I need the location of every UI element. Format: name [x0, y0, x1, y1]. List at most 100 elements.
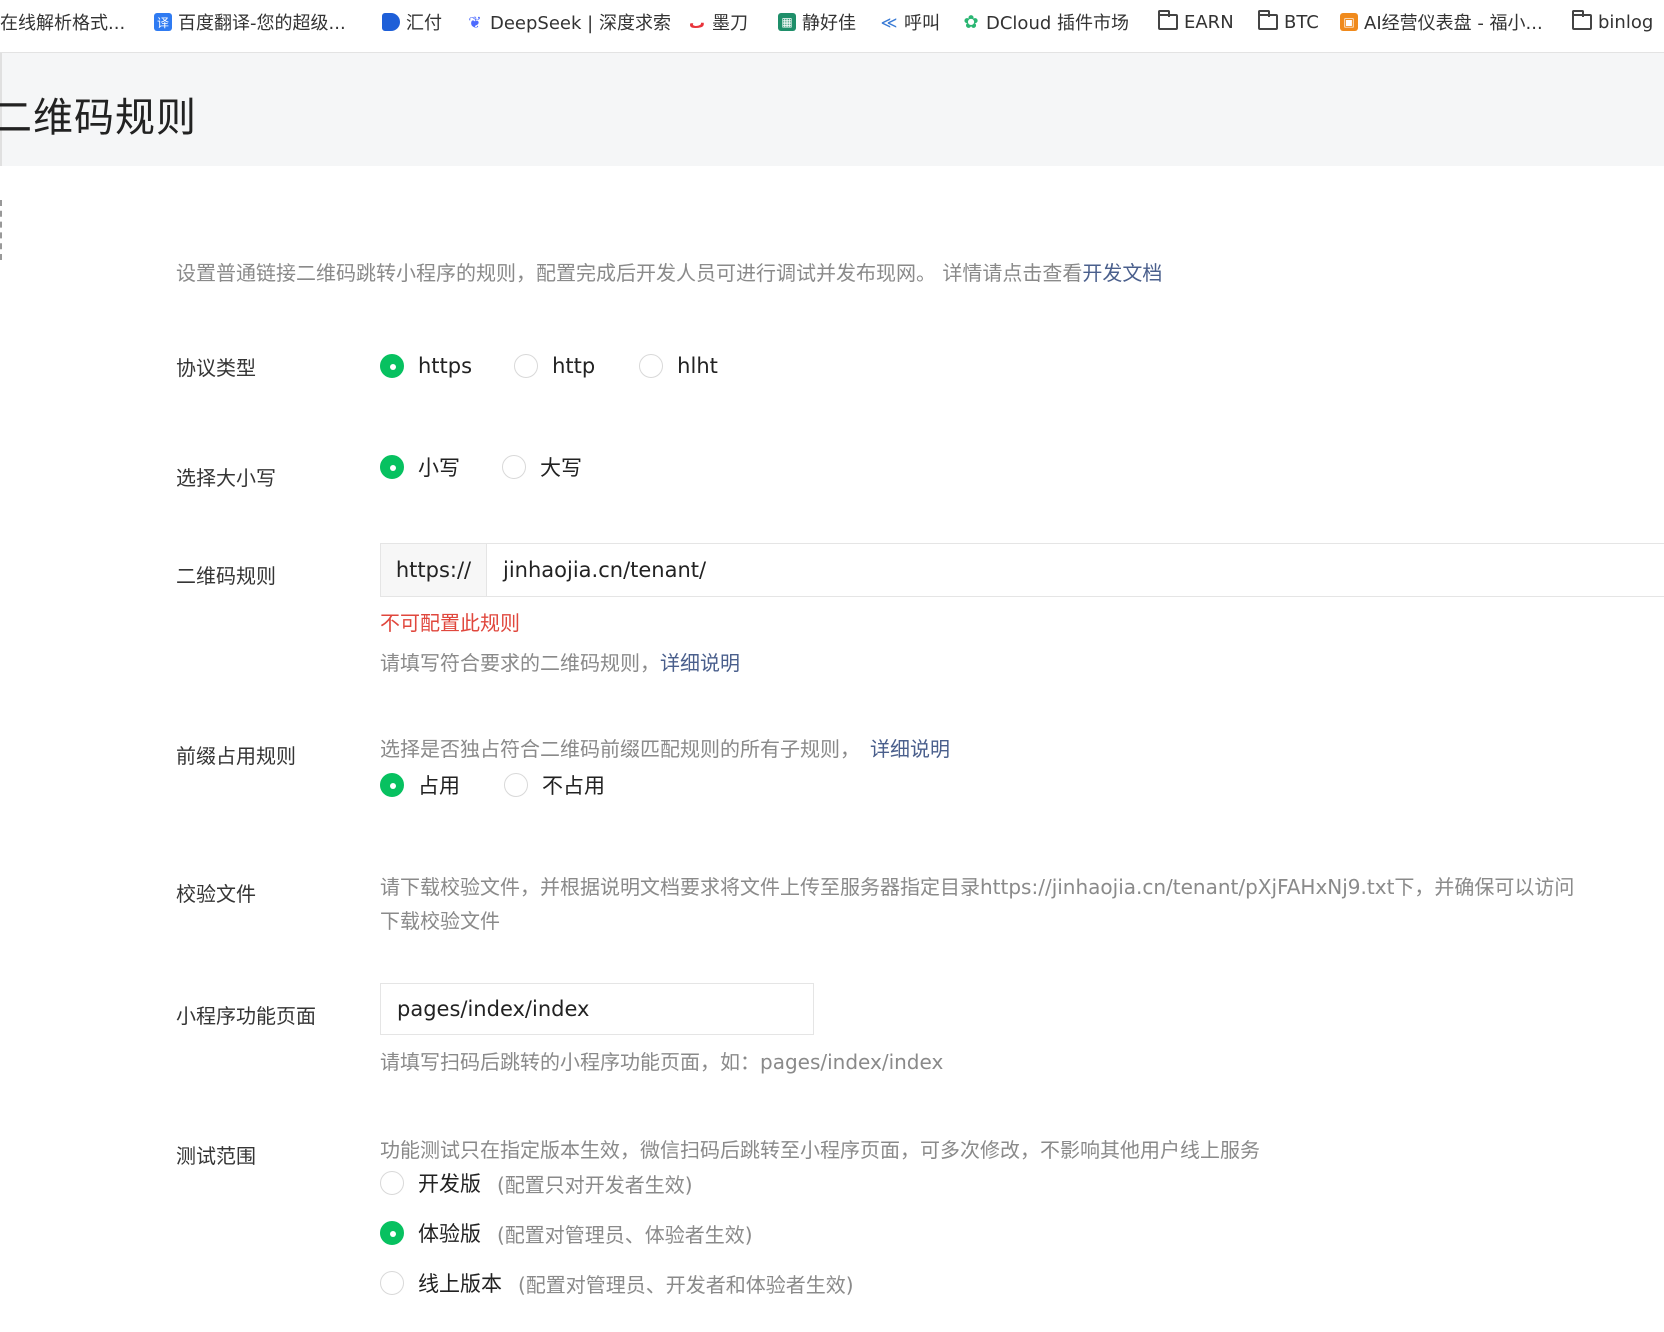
folder-icon — [1258, 10, 1278, 30]
qr-rule-input[interactable]: https:// jinhaojia.cn/tenant/ — [380, 543, 1664, 597]
bookmark-10[interactable]: ▣ AI经营仪表盘 - 福小... — [1340, 0, 1543, 44]
bookmark-11[interactable]: binlog — [1572, 0, 1653, 44]
bookmark-label: 呼叫 — [904, 13, 940, 34]
test-scope-option-online: 线上版本 (配置对管理员、开发者和体验者生效) — [380, 1268, 894, 1298]
verify-file-label: 校验文件 — [176, 882, 256, 906]
prefix-radio-not-occupy[interactable]: 不占用 — [504, 770, 605, 800]
test-scope-label: 测试范围 — [176, 1144, 256, 1168]
radio-checked-icon — [380, 354, 404, 378]
radio-label: hlht — [677, 354, 718, 378]
page-description: 设置普通链接二维码跳转小程序的规则，配置完成后开发人员可进行调试并发布现网。 详… — [176, 257, 1162, 286]
radio-unchecked-icon — [504, 773, 528, 797]
radio-note: (配置对管理员、开发者和体验者生效) — [518, 1272, 854, 1297]
radio-label: 不占用 — [542, 774, 605, 798]
qr-rule-label: 二维码规则 — [176, 564, 276, 588]
mini-page-input[interactable]: pages/index/index — [380, 983, 814, 1035]
qr-rule-prefix: https:// — [381, 544, 487, 596]
prefix-radio-group: 占用 不占用 — [380, 770, 645, 800]
bookmark-label: DCloud 插件市场 — [986, 13, 1129, 34]
bookmark-label: BTC — [1284, 11, 1319, 33]
bookmark-4[interactable]: ٮ 墨刀 — [688, 0, 748, 44]
folder-icon — [1158, 10, 1178, 30]
download-verify-file-link[interactable]: 下载校验文件 — [380, 905, 500, 934]
radio-label: 开发版 — [418, 1172, 481, 1196]
case-radio-group: 小写 大写 — [380, 452, 622, 482]
bookmark-label: binlog — [1598, 11, 1654, 33]
bookmark-label: 墨刀 — [712, 13, 748, 34]
radio-unchecked-icon — [380, 1271, 404, 1295]
case-radio-upper[interactable]: 大写 — [502, 452, 582, 482]
qr-rule-error: 不可配置此规则 — [380, 611, 520, 635]
hint-text: 请填写符合要求的二维码规则， — [380, 651, 660, 675]
protocol-radio-hlht[interactable]: hlht — [639, 354, 718, 378]
protocol-label: 协议类型 — [176, 356, 256, 380]
test-scope-option-dev: 开发版 (配置只对开发者生效) — [380, 1168, 733, 1198]
radio-label: 体验版 — [418, 1222, 481, 1246]
bookmark-6[interactable]: ≪ 呼叫 — [880, 0, 940, 44]
bookmarks-bar: 在线解析格式... 译 百度翻译-您的超级... 汇付 ❦ DeepSeek |… — [0, 0, 1664, 53]
protocol-radio-group: https http hlht — [380, 354, 758, 378]
mini-page-label: 小程序功能页面 — [176, 1004, 316, 1028]
radio-unchecked-icon — [639, 354, 664, 378]
radio-checked-icon — [380, 1221, 404, 1245]
left-edge-marker — [0, 200, 3, 260]
radio-label: http — [552, 354, 596, 378]
protocol-radio-http[interactable]: http — [514, 354, 595, 378]
protocol-radio-https[interactable]: https — [380, 354, 472, 378]
qr-rule-value: jinhaojia.cn/tenant/ — [503, 558, 707, 582]
radio-unchecked-icon — [514, 354, 539, 378]
call-icon: ≪ — [880, 12, 898, 32]
bookmark-label: 静好佳 — [802, 13, 856, 34]
case-radio-lower[interactable]: 小写 — [380, 452, 460, 482]
qr-rule-detail-link[interactable]: 详细说明 — [660, 651, 740, 675]
radio-note: (配置对管理员、体验者生效) — [497, 1222, 753, 1247]
bookmark-1[interactable]: 译 百度翻译-您的超级... — [154, 0, 346, 44]
radio-label: 占用 — [418, 774, 460, 798]
bookmark-3[interactable]: ❦ DeepSeek | 深度求索 — [466, 0, 671, 44]
bookmark-5[interactable]: ▦ 静好佳 — [778, 0, 856, 44]
radio-checked-icon — [380, 773, 404, 797]
translate-icon: 译 — [154, 13, 172, 31]
page-header: 二维码规则 — [0, 53, 1664, 166]
bookmark-label: DeepSeek | 深度求索 — [490, 13, 671, 34]
dcloud-icon: ✿ — [963, 11, 979, 33]
radio-label: 小写 — [418, 456, 460, 480]
radio-label: https — [418, 354, 473, 378]
bookmark-label: EARN — [1184, 11, 1234, 33]
verify-file-text: 请下载校验文件，并根据说明文档要求将文件上传至服务器指定目录https://ji… — [380, 875, 1575, 899]
prefix-rule-detail-link[interactable]: 详细说明 — [870, 737, 950, 761]
hint-text: 选择是否独占符合二维码前缀匹配规则的所有子规则， — [380, 737, 860, 761]
test-scope-radio-trial[interactable]: 体验版 (配置对管理员、体验者生效) — [380, 1218, 753, 1248]
bookmark-label: 在线解析格式... — [0, 13, 126, 34]
test-scope-hint: 功能测试只在指定版本生效，微信扫码后跳转至小程序页面，可多次修改，不影响其他用户… — [380, 1138, 1260, 1162]
jinghaojia-icon: ▦ — [778, 13, 796, 31]
radio-label: 线上版本 — [418, 1272, 502, 1296]
prefix-rule-label: 前缀占用规则 — [176, 744, 296, 768]
bookmark-label: AI经营仪表盘 - 福小... — [1364, 13, 1543, 34]
bookmark-label: 百度翻译-您的超级... — [178, 13, 346, 34]
folder-icon — [1572, 10, 1592, 30]
qr-rule-hint: 请填写符合要求的二维码规则，详细说明 — [380, 647, 740, 676]
radio-unchecked-icon — [502, 455, 526, 479]
bookmark-7[interactable]: ✿ DCloud 插件市场 — [962, 0, 1129, 44]
case-label: 选择大小写 — [176, 466, 276, 490]
mini-page-hint: 请填写扫码后跳转的小程序功能页面，如：pages/index/index — [380, 1050, 944, 1074]
bookmark-9[interactable]: BTC — [1258, 0, 1319, 44]
prefix-radio-occupy[interactable]: 占用 — [380, 770, 460, 800]
description-text: 设置普通链接二维码跳转小程序的规则，配置完成后开发人员可进行调试并发布现网。 详… — [176, 261, 1083, 285]
radio-checked-icon — [380, 455, 404, 479]
test-scope-radio-online[interactable]: 线上版本 (配置对管理员、开发者和体验者生效) — [380, 1268, 854, 1298]
modao-icon: ٮ — [688, 12, 706, 32]
radio-unchecked-icon — [380, 1171, 404, 1195]
radio-note: (配置只对开发者生效) — [497, 1172, 693, 1197]
test-scope-radio-dev[interactable]: 开发版 (配置只对开发者生效) — [380, 1168, 693, 1198]
dashboard-icon: ▣ — [1340, 13, 1358, 31]
dev-doc-link[interactable]: 开发文档 — [1082, 261, 1162, 285]
huifu-icon — [382, 13, 400, 31]
whale-icon: ❦ — [468, 12, 482, 32]
page-title: 二维码规则 — [0, 95, 197, 141]
bookmark-8[interactable]: EARN — [1158, 0, 1234, 44]
prefix-rule-hint: 选择是否独占符合二维码前缀匹配规则的所有子规则， 详细说明 — [380, 733, 950, 762]
bookmark-2[interactable]: 汇付 — [382, 0, 442, 44]
bookmark-0[interactable]: 在线解析格式... — [0, 0, 125, 44]
